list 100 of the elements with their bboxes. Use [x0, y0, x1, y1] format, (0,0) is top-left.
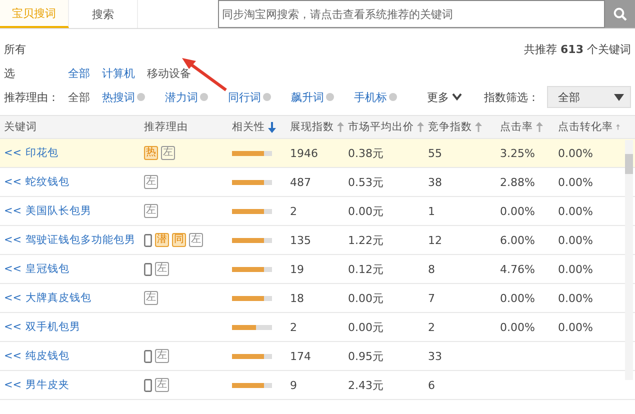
- search-button[interactable]: [605, 0, 635, 28]
- table-cell-text: 0.12元: [347, 262, 384, 276]
- filter-option[interactable]: 全部: [68, 66, 90, 80]
- table-cell-text: 0.00%: [557, 176, 594, 188]
- more-link[interactable]: 更多: [427, 90, 462, 104]
- keyword-link[interactable]: 男牛皮夹: [26, 378, 70, 392]
- keyword-link[interactable]: 纯皮钱包: [26, 349, 70, 363]
- table-cell-text: 38: [427, 176, 443, 188]
- reason-tag: 左: [144, 291, 158, 305]
- table-cell-text: 0.00%: [499, 320, 536, 334]
- search-icon: [613, 7, 627, 21]
- relevance-meter: [232, 208, 272, 214]
- sort-up-icon: [616, 122, 620, 132]
- add-link[interactable]: <<: [4, 147, 22, 159]
- index-dropdown[interactable]: 全部: [547, 86, 631, 108]
- column-header[interactable]: 点击率: [496, 120, 554, 134]
- keyword-link[interactable]: 蛇纹钱包: [26, 175, 70, 189]
- table-cell-text: 19: [289, 262, 305, 276]
- keyword-link[interactable]: 印花包: [26, 146, 59, 160]
- keyword-link[interactable]: 美国队长包男: [26, 204, 92, 218]
- add-link[interactable]: <<: [4, 205, 22, 217]
- table-cell-text: 9: [289, 378, 298, 392]
- table-cell-text: 2.88%: [499, 176, 536, 188]
- filter-label: 选: [4, 66, 16, 80]
- table-cell-text: 2: [289, 320, 298, 334]
- filter-option[interactable]: 飙升词: [291, 90, 324, 104]
- reason-tag: 左: [155, 349, 169, 363]
- filter-option[interactable]: 同行词: [228, 90, 261, 104]
- phone-icon: [144, 262, 152, 276]
- sort-up-icon: [475, 122, 482, 132]
- table-cell-text: 135: [289, 234, 312, 246]
- arrow-drawing: [180, 56, 230, 92]
- keyword-count: 共推荐 613 个关键词: [524, 42, 631, 56]
- relevance-meter: [232, 382, 272, 388]
- keyword-link[interactable]: 双手机包男: [26, 320, 81, 334]
- add-link[interactable]: <<: [4, 379, 22, 391]
- column-header[interactable]: 市场平均出价: [344, 120, 424, 134]
- reason-tag: 左: [189, 233, 203, 247]
- column-header[interactable]: 展现指数: [286, 120, 344, 134]
- table-cell-text: 0.95元: [347, 348, 384, 364]
- table-cell-text: 174: [289, 350, 312, 362]
- reason-tag: 左: [155, 262, 169, 276]
- reason-tag: 潜: [155, 233, 169, 247]
- reason-tag: 左: [155, 378, 169, 392]
- relevance-meter: [232, 266, 272, 272]
- add-link[interactable]: <<: [4, 176, 22, 188]
- filter-option[interactable]: 移动设备: [147, 66, 191, 80]
- relevance-meter: [232, 150, 272, 156]
- table-cell-text: 0.00%: [557, 292, 594, 304]
- keyword-link[interactable]: 驾驶证钱包多功能包男: [26, 233, 136, 247]
- phone-icon: [144, 350, 152, 362]
- add-link[interactable]: <<: [4, 234, 22, 246]
- sort-up-icon: [337, 122, 344, 132]
- sort-up-icon: [536, 122, 543, 132]
- table-cell-text: 0.00%: [499, 204, 536, 218]
- table-cell-text: 0.38元: [347, 146, 384, 160]
- sort-down-icon: [268, 122, 276, 132]
- phone-icon: [144, 234, 152, 246]
- scrollbar[interactable]: [625, 140, 633, 380]
- table-cell-text: 2.43元: [347, 378, 384, 392]
- table-cell-text: 6: [427, 378, 436, 392]
- filter-option[interactable]: 热搜词: [102, 90, 135, 104]
- search-field[interactable]: 同步淘宝网搜索，请点击查看系统推荐的关键词: [218, 0, 605, 28]
- add-link[interactable]: <<: [4, 292, 22, 304]
- filter-label: 指数筛选：: [484, 90, 539, 104]
- filter-label: 推荐理由：: [4, 90, 60, 104]
- add-link[interactable]: <<: [4, 350, 22, 362]
- table-cell-text: 18: [289, 292, 305, 304]
- table-cell-text: 0.00%: [499, 292, 536, 304]
- keyword-link[interactable]: 大牌真皮钱包: [26, 291, 92, 305]
- table-cell-text: 2: [289, 204, 298, 218]
- phone-icon: [144, 378, 152, 392]
- table-cell-text: 0.00%: [557, 262, 594, 276]
- table-cell-text: 55: [427, 146, 443, 160]
- table-row[interactable]: << 男牛皮夹 左 9 2.43元 6: [0, 371, 635, 400]
- table-cell-text: 487: [289, 176, 312, 188]
- filter-option[interactable]: 手机标: [354, 90, 387, 104]
- table-cell-text: 7: [427, 292, 436, 304]
- table-cell-text: 0.00%: [557, 204, 594, 218]
- relevance-meter: [232, 180, 272, 184]
- keyword-link[interactable]: 皇冠钱包: [26, 262, 70, 276]
- chevron-icon: [452, 93, 462, 101]
- column-header[interactable]: 点击转化率: [554, 120, 620, 134]
- reason-tag: 左: [144, 204, 158, 218]
- column-header[interactable]: 相关性: [228, 120, 286, 134]
- add-link[interactable]: <<: [4, 263, 22, 275]
- filter-label: 所有: [4, 42, 27, 56]
- table-cell-text: 33: [427, 350, 443, 362]
- table-cell-text: 1.22元: [347, 232, 384, 248]
- reason-tag: 热: [144, 146, 158, 160]
- filter-option[interactable]: 全部: [68, 90, 90, 104]
- filter-option[interactable]: 计算机: [102, 66, 135, 80]
- table-cell-text: 0.00元: [347, 290, 384, 306]
- tab[interactable]: 搜索: [69, 0, 138, 28]
- column-header: 关键词: [3, 120, 38, 134]
- column-header[interactable]: 竞争指数: [424, 120, 496, 134]
- add-link[interactable]: <<: [4, 321, 22, 333]
- reason-tag: 左: [161, 146, 175, 160]
- table-row[interactable]: << 印花包 热 左 1946 0.38元 55 3.25% 0.00%: [0, 139, 635, 168]
- filter-option[interactable]: 潜力词: [165, 90, 198, 104]
